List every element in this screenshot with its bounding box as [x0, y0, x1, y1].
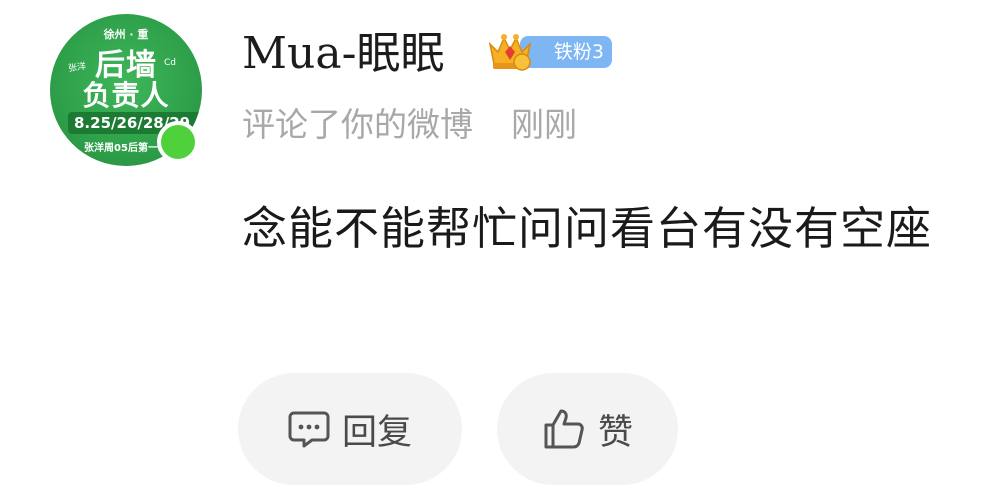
avatar-main-line2: 负责人: [82, 79, 170, 112]
notification-card: 徐州 · 重 后墙 张洋 Cd 负责人 8.25/26/28/29 张洋周05后…: [0, 0, 986, 489]
action-text: 评论了你的微博: [242, 105, 473, 144]
avatar-side-text: 张洋: [67, 61, 87, 75]
reply-label: 回复: [341, 412, 412, 453]
comment-icon: [288, 411, 330, 448]
thumbs-up-icon: [544, 409, 584, 449]
online-status-dot: [157, 121, 199, 163]
username[interactable]: Mua-眠眠: [242, 26, 445, 82]
like-button[interactable]: 赞: [497, 373, 678, 485]
crown-icon: [488, 34, 532, 71]
avatar-small-text: Cd: [164, 58, 176, 68]
fan-badge[interactable]: 铁粉3: [484, 30, 612, 74]
notification-meta: 评论了你的微博 刚刚: [242, 102, 577, 148]
comment-content: 念能不能帮忙问问看台有没有空座: [242, 202, 933, 255]
like-label: 赞: [597, 412, 633, 453]
reply-button[interactable]: 回复: [238, 373, 462, 485]
timestamp: 刚刚: [511, 105, 577, 144]
